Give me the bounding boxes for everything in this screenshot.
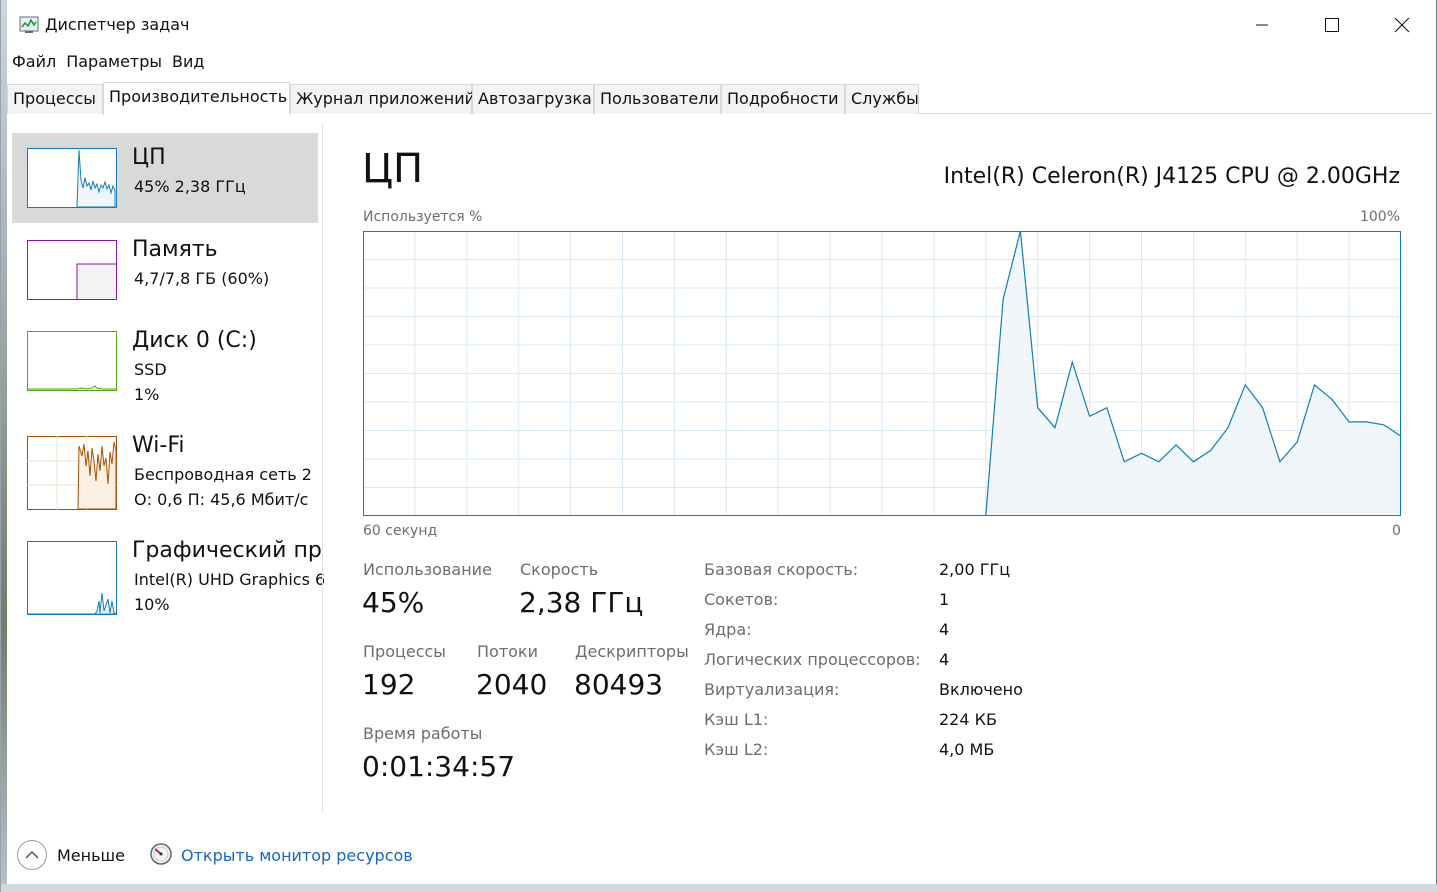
sidebar-cpu-title: ЦП	[132, 145, 166, 170]
graph-x-label: 60 секунд	[363, 523, 438, 539]
sidebar-wifi-adapter: Беспроводная сеть 2	[134, 465, 312, 484]
sidebar-gpu-usage: 10%	[134, 595, 170, 614]
memory-thumbnail-graph	[27, 240, 117, 300]
uptime-value: 0:01:34:57	[362, 750, 516, 783]
sidebar-item-memory[interactable]: Память 4,7/7,8 ГБ (60%)	[12, 225, 318, 315]
sockets-value: 1	[939, 590, 950, 609]
sidebar-gpu-title: Графический процессор 0	[132, 538, 322, 563]
menu-bar: Файл Параметры Вид	[7, 52, 209, 76]
sidebar-cpu-detail: 45% 2,38 ГГц	[134, 177, 246, 196]
sidebar-disk-title: Диск 0 (C:)	[132, 328, 257, 353]
sidebar-item-disk[interactable]: Диск 0 (C:) SSD 1%	[12, 316, 318, 406]
open-resource-monitor-link[interactable]: Открыть монитор ресурсов	[181, 846, 413, 865]
menu-view[interactable]: Вид	[167, 52, 209, 76]
virtualization-label: Виртуализация:	[704, 680, 840, 699]
usage-value: 45%	[362, 586, 425, 619]
sidebar-gpu-model: Intel(R) UHD Graphics 600	[134, 570, 324, 589]
tab-details[interactable]: Подробности	[721, 84, 845, 114]
cpu-usage-graph	[363, 231, 1401, 516]
threads-value: 2040	[476, 668, 548, 701]
wifi-thumbnail-graph	[27, 436, 117, 510]
sidebar-memory-detail: 4,7/7,8 ГБ (60%)	[134, 269, 270, 288]
handles-value: 80493	[574, 668, 664, 701]
graph-y-max-label: 100%	[1359, 209, 1400, 225]
tab-services[interactable]: Службы	[845, 84, 919, 114]
base-speed-label: Базовая скорость:	[704, 560, 859, 579]
l1-cache-label: Кэш L1:	[704, 710, 769, 729]
sidebar-disk-type: SSD	[134, 360, 167, 379]
l2-cache-value: 4,0 МБ	[939, 740, 995, 759]
footer-bar: Меньше Открыть монитор ресурсов	[7, 830, 1432, 880]
cpu-model-name: Intel(R) Celeron(R) J4125 CPU @ 2.00GHz	[943, 164, 1400, 189]
menu-options[interactable]: Параметры	[61, 52, 167, 76]
tab-strip: Процессы Производительность Журнал прило…	[7, 82, 1432, 115]
gpu-thumbnail-graph	[27, 541, 117, 615]
speed-label: Скорость	[520, 560, 599, 579]
tab-processes[interactable]: Процессы	[7, 84, 103, 114]
close-icon	[1394, 17, 1410, 33]
window-bottom-edge	[1, 884, 1437, 892]
tab-users[interactable]: Пользователи	[594, 84, 721, 114]
cores-value: 4	[939, 620, 950, 639]
sidebar-memory-title: Память	[132, 237, 218, 262]
sidebar-item-gpu[interactable]: Графический процессор 0 Intel(R) UHD Gra…	[12, 526, 324, 616]
maximize-icon	[1325, 18, 1339, 32]
close-button[interactable]	[1367, 0, 1437, 50]
cores-label: Ядра:	[704, 620, 752, 639]
l2-cache-label: Кэш L2:	[704, 740, 769, 759]
menu-file[interactable]: Файл	[7, 52, 61, 76]
tab-startup[interactable]: Автозагрузка	[472, 84, 594, 114]
fewer-details-button[interactable]	[17, 840, 47, 870]
processes-value: 192	[362, 668, 416, 701]
sockets-label: Сокетов:	[704, 590, 779, 609]
chevron-up-icon	[25, 850, 39, 859]
minimize-button[interactable]	[1227, 0, 1297, 50]
sidebar-item-cpu[interactable]: ЦП 45% 2,38 ГГц	[12, 133, 318, 223]
disk-thumbnail-graph	[27, 331, 117, 391]
handles-label: Дескрипторы	[575, 642, 689, 661]
resource-monitor-icon	[150, 843, 172, 865]
tab-performance[interactable]: Производительность	[103, 82, 290, 115]
logical-processors-label: Логических процессоров:	[704, 650, 921, 669]
sidebar-disk-usage: 1%	[134, 385, 160, 404]
title-bar[interactable]: Диспетчер задач	[7, 0, 1437, 50]
speed-value: 2,38 ГГц	[519, 586, 644, 619]
usage-label: Использование	[363, 560, 492, 579]
sidebar-item-wifi[interactable]: Wi-Fi Беспроводная сеть 2 О: 0,6 П: 45,6…	[12, 421, 318, 511]
tab-app-history[interactable]: Журнал приложений	[290, 84, 475, 114]
window-left-edge	[1, 0, 7, 892]
fewer-details-label[interactable]: Меньше	[57, 846, 125, 865]
graph-x-end-label: 0	[1392, 523, 1401, 539]
l1-cache-value: 224 КБ	[939, 710, 997, 729]
base-speed-value: 2,00 ГГц	[939, 560, 1011, 579]
graph-y-label: Используется %	[363, 209, 483, 225]
processes-label: Процессы	[363, 642, 446, 661]
task-manager-app-icon	[19, 16, 39, 33]
sidebar-wifi-title: Wi-Fi	[132, 433, 185, 458]
uptime-label: Время работы	[363, 724, 483, 743]
logical-processors-value: 4	[939, 650, 950, 669]
sidebar-separator	[322, 123, 323, 813]
maximize-button[interactable]	[1297, 0, 1367, 50]
sidebar-wifi-throughput: О: 0,6 П: 45,6 Мбит/с	[134, 490, 309, 509]
window-title: Диспетчер задач	[45, 15, 190, 34]
minimize-icon	[1256, 24, 1268, 26]
performance-sidebar: ЦП 45% 2,38 ГГц Память 4,7/7,8 ГБ (60%) …	[12, 133, 324, 813]
cpu-thumbnail-graph	[27, 148, 117, 208]
threads-label: Потоки	[477, 642, 538, 661]
virtualization-value: Включено	[939, 680, 1023, 699]
task-manager-window: Диспетчер задач Файл Параметры Вид Проце…	[0, 0, 1437, 892]
page-title: ЦП	[362, 146, 424, 192]
